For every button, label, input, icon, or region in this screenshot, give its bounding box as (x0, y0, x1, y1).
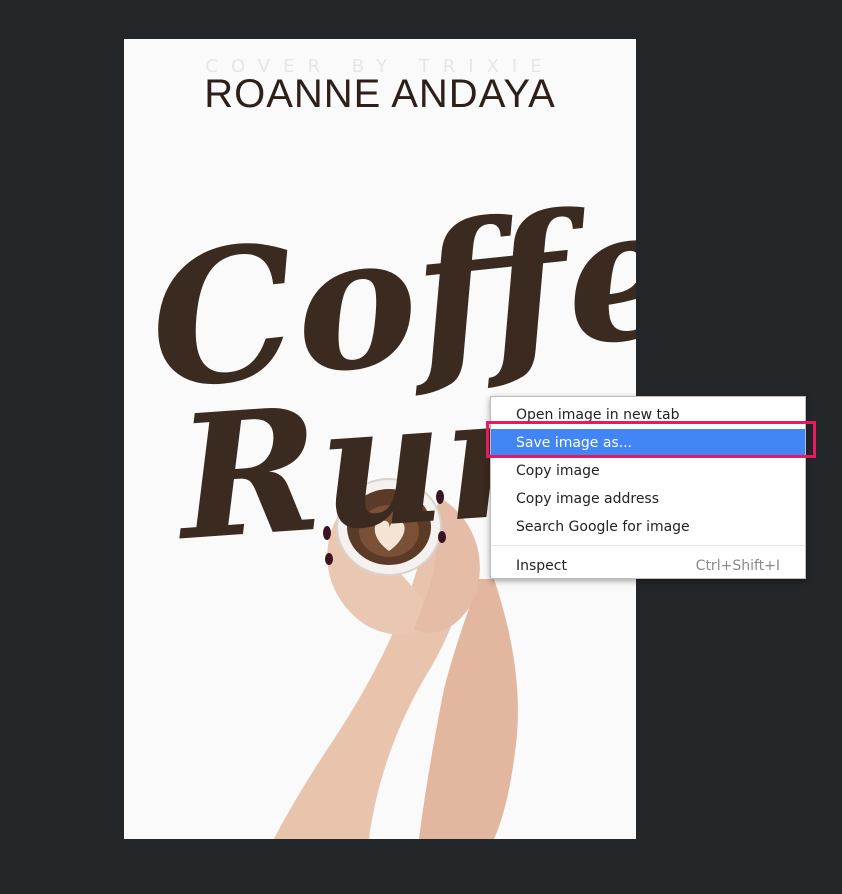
menu-item-inspect-shortcut: Ctrl+Shift+I (695, 558, 780, 574)
menu-separator (491, 545, 805, 546)
menu-item-inspect-label: Inspect (516, 558, 567, 574)
highlight-annotation-box (486, 421, 816, 458)
menu-item-search-google-for-image[interactable]: Search Google for image (491, 513, 805, 541)
menu-item-copy-image[interactable]: Copy image (491, 457, 805, 485)
menu-item-inspect[interactable]: Inspect Ctrl+Shift+I (491, 552, 805, 580)
menu-item-copy-image-address[interactable]: Copy image address (491, 485, 805, 513)
